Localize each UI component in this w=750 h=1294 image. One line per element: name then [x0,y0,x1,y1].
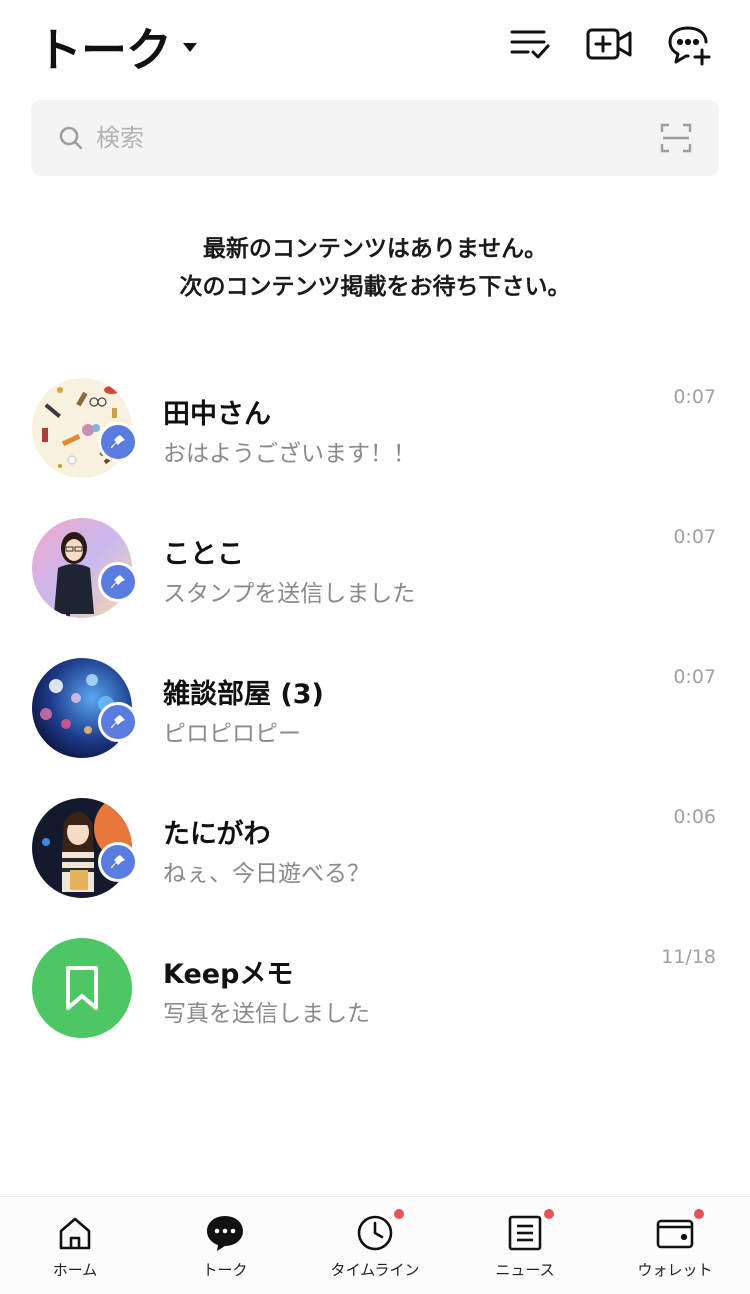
pin-icon [111,855,125,868]
chat-name: 田中さん [163,399,271,430]
qr-scan-icon[interactable] [660,123,692,153]
chat-row-tanaka[interactable]: 田中さん おはようございます！！ 0:07 [0,362,750,502]
chat-icon [205,1213,245,1253]
tab-label: トーク [202,1261,248,1279]
page-title: トーク [36,23,172,77]
talk-title-dropdown[interactable]: トーク [36,14,197,80]
search-input[interactable] [96,118,636,158]
home-icon [55,1213,95,1253]
empty-content-notice: 最新のコンテンツはありません。 次のコンテンツ掲載をお待ち下さい。 [0,230,750,306]
tab-label: ウォレット [637,1261,713,1279]
news-icon [505,1213,545,1253]
notification-dot [394,1209,404,1219]
tab-label: ホーム [52,1261,98,1279]
chat-time: 0:07 [673,666,716,688]
tab-label: ニュース [495,1261,555,1279]
pin-badge [98,562,138,602]
notification-dot [544,1209,554,1219]
chat-name: Keepメモ [163,959,294,990]
header: トーク [0,0,750,92]
tab-label: タイムライン [330,1261,420,1279]
chat-row-keep-memo[interactable]: Keepメモ 写真を送信しました 11/18 [0,922,750,1062]
chat-time: 0:07 [673,386,716,408]
chat-row-group[interactable]: 雑談部屋 (3) ピロピロピー 0:07 [0,642,750,782]
chat-time: 0:06 [673,806,716,828]
pin-icon [111,575,125,588]
pin-badge [98,702,138,742]
bottom-tab-bar: ホーム トーク タイムライン ニュース ウォレット [0,1196,750,1294]
pin-icon [111,435,125,448]
chat-last-message: 写真を送信しました [163,1001,370,1027]
keep-avatar [32,938,132,1038]
chat-time: 11/18 [661,946,716,968]
clock-icon [355,1213,395,1253]
chat-time: 0:07 [673,526,716,548]
chat-name: 雑談部屋 (3) [163,679,324,710]
keep-bookmark-icon [66,966,98,1010]
tab-news[interactable]: ニュース [450,1197,600,1294]
edit-list-icon[interactable] [506,22,554,66]
tab-talk[interactable]: トーク [150,1197,300,1294]
chat-last-message: おはようございます！！ [163,441,416,467]
search-icon [59,126,83,150]
chat-row-tanigawa[interactable]: たにがわ ねぇ、今日遊べる？ 0:06 [0,782,750,922]
new-chat-icon[interactable] [666,22,714,66]
tab-timeline[interactable]: タイムライン [300,1197,450,1294]
chat-row-kotoko[interactable]: ことこ スタンプを送信しました 0:07 [0,502,750,642]
notice-line-2: 次のコンテンツ掲載をお待ち下さい。 [179,274,571,300]
chat-name: ことこ [163,539,244,570]
pin-badge [98,842,138,882]
tab-wallet[interactable]: ウォレット [600,1197,750,1294]
notification-dot [694,1209,704,1219]
pin-badge [98,422,138,462]
tab-home[interactable]: ホーム [0,1197,150,1294]
wallet-icon [655,1213,695,1253]
chat-name: たにがわ [163,819,271,850]
video-call-add-icon[interactable] [585,22,633,66]
chat-last-message: ピロピロピー [163,721,301,747]
pin-icon [111,715,125,728]
caret-down-icon [183,42,197,52]
notice-line-1: 最新のコンテンツはありません。 [202,236,548,262]
chat-last-message: ねぇ、今日遊べる？ [163,861,370,887]
chat-last-message: スタンプを送信しました [163,581,416,607]
